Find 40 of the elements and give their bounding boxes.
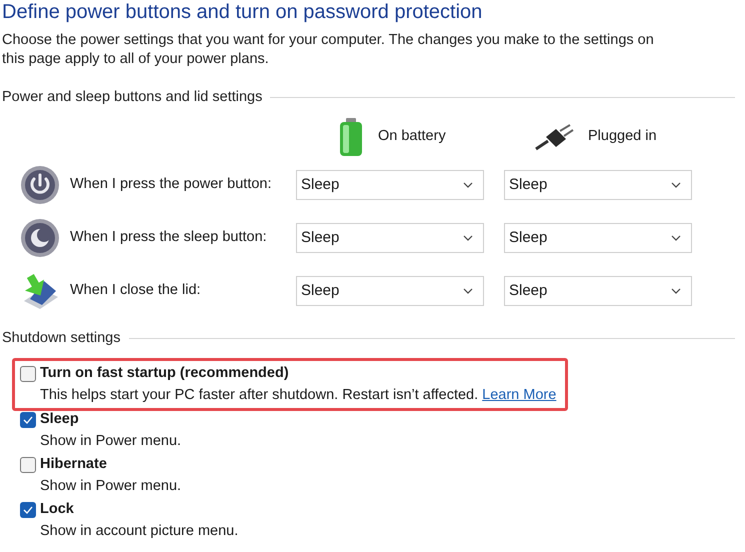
checkbox[interactable] [20, 412, 36, 428]
section-heading: Power and sleep buttons and lid settings [2, 88, 262, 107]
option-title: Turn on fast startup (recommended) [40, 364, 289, 383]
dropdown[interactable]: Sleep [504, 223, 692, 254]
section-heading: Shutdown settings [2, 328, 120, 348]
battery-icon [338, 116, 364, 157]
option-description: Show in account picture menu. [40, 522, 238, 542]
checkbox[interactable] [20, 456, 36, 472]
checkbox[interactable] [20, 366, 36, 382]
checkbox[interactable] [20, 502, 36, 518]
checkmark-icon [23, 506, 33, 514]
checkmark-icon [23, 416, 33, 424]
dropdown[interactable]: Sleep [296, 276, 484, 306]
option-title: Hibernate [40, 454, 107, 474]
chevron-down-icon [671, 235, 681, 242]
dropdown[interactable]: Sleep [296, 170, 484, 200]
option-description: This helps start your PC faster after shutdown. Restart isn’t affected. [40, 386, 478, 406]
dropdown[interactable]: Sleep [504, 276, 692, 306]
chevron-down-icon [463, 235, 473, 242]
plug-icon [534, 122, 574, 151]
learn-more-link[interactable]: Learn More [482, 385, 556, 407]
dropdown[interactable]: Sleep [296, 223, 484, 254]
column-label: Plugged in [588, 126, 657, 146]
page-description: Choose the power settings that you want for your computer. The changes you make to the settings on this page apply to all of your power plans. [2, 31, 655, 69]
option-description: Show in Power menu. [40, 477, 182, 496]
setting-label: When I press the sleep button: [70, 228, 268, 248]
power-icon [20, 165, 60, 206]
option-title: Sleep [40, 410, 79, 429]
dropdown[interactable]: Sleep [504, 170, 692, 200]
option-title: Lock [40, 500, 74, 519]
chevron-down-icon [671, 288, 681, 294]
chevron-down-icon [671, 182, 681, 188]
setting-label: When I close the lid: [70, 281, 202, 300]
chevron-down-icon [463, 288, 473, 294]
moon-icon [20, 218, 60, 258]
chevron-down-icon [463, 182, 473, 188]
option-description: Show in Power menu. [40, 432, 182, 452]
setting-label: When I press the power button: [70, 175, 272, 194]
column-label: On battery [378, 126, 446, 146]
page-title: Define power buttons and turn on password protection [2, 0, 484, 24]
